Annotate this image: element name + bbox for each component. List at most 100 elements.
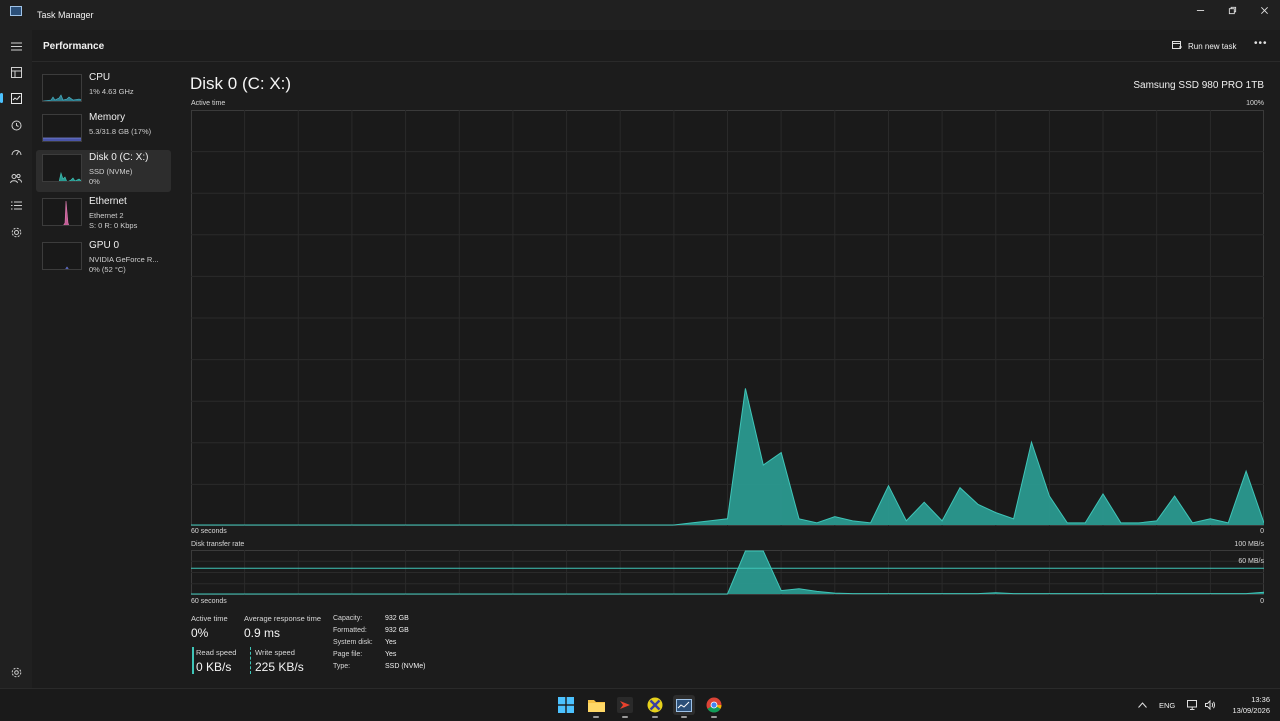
- startup-gauge-icon: [11, 147, 22, 158]
- ellipsis-icon: •••: [1254, 38, 1268, 49]
- run-task-label: Run new task: [1188, 42, 1236, 51]
- red-arrow-app-icon: [617, 697, 633, 713]
- type-key: Type:: [333, 663, 350, 670]
- performance-icon: [11, 93, 22, 104]
- taskbar: ENG 13:36 13/09/2026: [0, 688, 1280, 720]
- close-button[interactable]: [1248, 0, 1280, 20]
- language-indicator[interactable]: ENG: [1159, 689, 1175, 721]
- transfer-max-label: 100 MB/s: [1234, 541, 1264, 548]
- window-title: Task Manager: [37, 10, 94, 20]
- disk-usage-text: 0%: [89, 177, 100, 186]
- minimize-icon: [1196, 6, 1205, 15]
- taskbar-chrome[interactable]: [703, 695, 725, 715]
- minimize-button[interactable]: [1184, 0, 1216, 20]
- volume-icon: [1205, 700, 1216, 710]
- nav-performance[interactable]: [8, 90, 24, 106]
- taskbar-app-3[interactable]: [644, 695, 666, 715]
- taskbar-app-2[interactable]: [614, 695, 636, 715]
- nav-rail: [0, 30, 32, 688]
- page-file-value: Yes: [385, 651, 396, 658]
- history-icon: [11, 120, 22, 131]
- task-manager-app-icon: [10, 6, 22, 16]
- users-icon: [10, 173, 22, 184]
- system-disk-key: System disk:: [333, 639, 373, 646]
- gpu-thumbnail-graph: [42, 242, 82, 270]
- settings-gear-icon: [11, 667, 22, 678]
- nav-processes[interactable]: [8, 64, 24, 80]
- chrome-icon: [706, 697, 722, 713]
- page-file-key: Page file:: [333, 651, 362, 658]
- details-list-icon: [11, 201, 22, 210]
- memory-title: Memory: [89, 112, 125, 123]
- disk-type-text: SSD (NVMe): [89, 167, 132, 176]
- system-disk-value: Yes: [385, 639, 396, 646]
- write-speed-value: 225 KB/s: [255, 660, 304, 674]
- close-icon: [1260, 6, 1269, 15]
- restore-button[interactable]: [1216, 0, 1248, 20]
- read-speed-value: 0 KB/s: [196, 660, 231, 674]
- avg-response-label: Average response time: [244, 614, 321, 623]
- active-time-max-label: 100%: [1246, 100, 1264, 107]
- taskbar-file-explorer[interactable]: [585, 695, 607, 715]
- transfer-span-label: 60 seconds: [191, 598, 227, 605]
- cpu-usage-text: 1% 4.63 GHz: [89, 87, 134, 96]
- active-time-min-label: 0: [1260, 528, 1264, 535]
- active-time-stat-value: 0%: [191, 626, 208, 640]
- chevron-up-icon: [1138, 702, 1147, 708]
- formatted-key: Formatted:: [333, 627, 367, 634]
- ethernet-adapter-text: Ethernet 2: [89, 211, 124, 220]
- sidebar-item-memory[interactable]: Memory 5.3/31.8 GB (17%): [36, 110, 171, 152]
- page-header: Performance Run new task •••: [32, 30, 1280, 62]
- nav-app-history[interactable]: [8, 117, 24, 133]
- run-new-task-button[interactable]: Run new task: [1172, 38, 1236, 54]
- sidebar-item-cpu[interactable]: CPU 1% 4.63 GHz: [36, 70, 171, 112]
- run-task-icon: [1172, 41, 1183, 51]
- quick-settings-button[interactable]: [1187, 689, 1216, 721]
- transfer-min-label: 0: [1260, 598, 1264, 605]
- disk-model: Samsung SSD 980 PRO 1TB: [1133, 80, 1264, 91]
- xbox-style-app-icon: [647, 697, 663, 713]
- task-manager-icon: [676, 699, 692, 712]
- page-title: Performance: [43, 41, 104, 52]
- language-text: ENG: [1159, 701, 1175, 710]
- nav-settings[interactable]: [8, 664, 24, 680]
- gpu-model-text: NVIDIA GeForce R...: [89, 255, 159, 264]
- network-icon: [1187, 700, 1199, 710]
- disk-detail-panel: Disk 0 (C: X:) Samsung SSD 980 PRO 1TB A…: [182, 62, 1280, 688]
- cpu-thumbnail-graph: [42, 74, 82, 102]
- disk-thumbnail-graph: [42, 154, 82, 182]
- start-button[interactable]: [555, 695, 577, 715]
- taskbar-task-manager[interactable]: [673, 695, 695, 715]
- tray-overflow-button[interactable]: [1138, 689, 1147, 721]
- hamburger-menu-button[interactable]: [8, 38, 24, 54]
- sidebar-item-disk-0[interactable]: Disk 0 (C: X:) SSD (NVMe) 0%: [36, 150, 171, 192]
- ethernet-title: Ethernet: [89, 196, 127, 207]
- gpu-usage-text: 0% (52 °C): [89, 265, 126, 274]
- type-value: SSD (NVMe): [385, 663, 425, 670]
- nav-startup-apps[interactable]: [8, 144, 24, 160]
- read-speed-label: Read speed: [196, 648, 236, 657]
- active-time-span-label: 60 seconds: [191, 528, 227, 535]
- nav-details[interactable]: [8, 197, 24, 213]
- folder-icon: [588, 698, 605, 712]
- read-speed-legend-bar: [192, 647, 194, 674]
- ethernet-throughput-text: S: 0 R: 0 Kbps: [89, 221, 137, 230]
- transfer-rate-chart: [191, 550, 1264, 595]
- windows-logo-icon: [558, 697, 574, 713]
- more-options-button[interactable]: •••: [1254, 38, 1268, 49]
- memory-thumbnail-graph: [42, 114, 82, 142]
- write-speed-legend-bar: [250, 647, 251, 674]
- transfer-chart-label: Disk transfer rate: [191, 541, 244, 548]
- sidebar-item-gpu-0[interactable]: GPU 0 NVIDIA GeForce R... 0% (52 °C): [36, 238, 171, 280]
- clock[interactable]: 13:36 13/09/2026: [1226, 689, 1270, 721]
- disk-title: Disk 0 (C: X:): [89, 152, 148, 163]
- sidebar-item-ethernet[interactable]: Ethernet Ethernet 2 S: 0 R: 0 Kbps: [36, 194, 171, 236]
- transfer-reference-label: 60 MB/s: [1238, 558, 1264, 565]
- title-bar: Task Manager: [0, 0, 1280, 30]
- nav-users[interactable]: [8, 170, 24, 186]
- device-list: CPU 1% 4.63 GHz Memory 5.3/31.8 GB (17%)…: [32, 62, 182, 688]
- capacity-value: 932 GB: [385, 615, 409, 622]
- nav-services[interactable]: [8, 224, 24, 240]
- restore-icon: [1228, 6, 1237, 15]
- ethernet-thumbnail-graph: [42, 198, 82, 226]
